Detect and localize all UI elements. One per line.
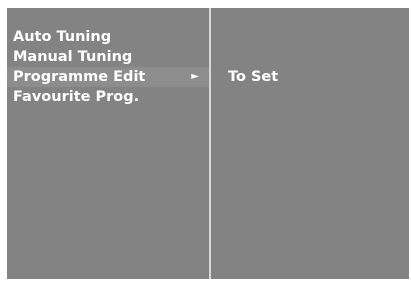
menu-item-label: Favourite Prog. bbox=[13, 89, 140, 105]
submenu-item-label: To Set bbox=[228, 69, 279, 85]
menu-item-programme-edit[interactable]: Programme Edit ► bbox=[7, 67, 209, 87]
menu-item-manual-tuning[interactable]: Manual Tuning bbox=[7, 47, 209, 67]
menu-item-favourite-prog[interactable]: Favourite Prog. bbox=[7, 87, 209, 107]
right-triangle-icon: ► bbox=[191, 71, 199, 82]
main-menu-list: Auto Tuning Manual Tuning Programme Edit… bbox=[7, 27, 209, 107]
menu-item-auto-tuning[interactable]: Auto Tuning bbox=[7, 27, 209, 47]
main-menu-panel: Auto Tuning Manual Tuning Programme Edit… bbox=[7, 8, 209, 279]
menu-item-label: Programme Edit bbox=[13, 69, 146, 85]
menu-item-label: Manual Tuning bbox=[13, 49, 133, 65]
submenu-item-to-set[interactable]: To Set bbox=[228, 67, 278, 87]
menu-item-label: Auto Tuning bbox=[13, 29, 112, 45]
tv-osd-menu-screen: Auto Tuning Manual Tuning Programme Edit… bbox=[7, 8, 409, 279]
submenu-panel: To Set bbox=[211, 8, 409, 279]
